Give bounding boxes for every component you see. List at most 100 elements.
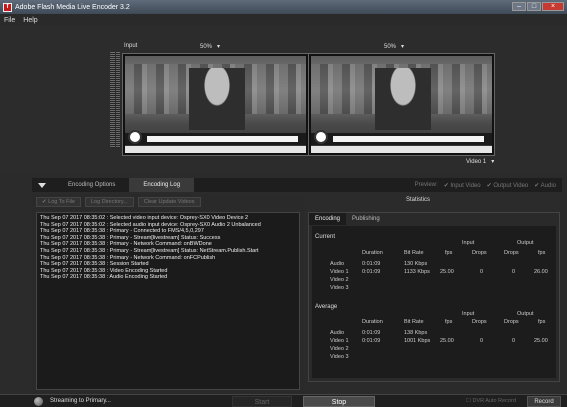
menu-file[interactable]: File bbox=[4, 17, 15, 24]
output-video-preview bbox=[308, 53, 495, 156]
statistics-title: Statistics bbox=[406, 197, 431, 203]
stats-input-drops: 0 bbox=[480, 269, 484, 275]
vu-meter bbox=[110, 52, 120, 148]
output-video-frame bbox=[311, 56, 492, 153]
close-button[interactable]: × bbox=[542, 2, 564, 11]
input-drops-header: Drops bbox=[472, 250, 487, 256]
input-video-frame bbox=[125, 56, 306, 153]
output-video-select-value: Video 1 bbox=[466, 159, 487, 165]
input-header: Input bbox=[462, 311, 475, 317]
input-header: Input bbox=[462, 240, 475, 246]
stats-output-fps: 26.00 bbox=[534, 269, 548, 275]
output-zoom-value: 50% bbox=[384, 44, 397, 50]
minimize-button[interactable]: – bbox=[512, 2, 526, 11]
stats-output-drops: 0 bbox=[512, 338, 516, 344]
stats-input-drops: 0 bbox=[480, 338, 484, 344]
stats-bitrate: 130 Kbps bbox=[404, 261, 428, 267]
audio-checkbox-label: Audio bbox=[540, 182, 556, 189]
stop-button[interactable]: Stop bbox=[303, 396, 375, 407]
stats-duration: 0:01:09 bbox=[362, 338, 381, 344]
output-fps-header: fps bbox=[538, 319, 546, 325]
expand-triangle-icon[interactable] bbox=[38, 182, 46, 188]
log-line: Thu Sep 07 2017 08:35:38 : Session Start… bbox=[40, 261, 149, 268]
status-bar: Streaming to Primary... Start Stop ☐ DVR… bbox=[0, 394, 567, 407]
statistics-body: Current Input Output Duration Bit Rate f… bbox=[312, 226, 556, 378]
stats-input-fps: 25.00 bbox=[440, 338, 454, 344]
title-bar: f Adobe Flash Media Live Encoder 3.2 – □… bbox=[0, 0, 567, 14]
log-line: Thu Sep 07 2017 08:35:38 : Primary - Con… bbox=[40, 228, 204, 235]
log-line: Thu Sep 07 2017 08:35:38 : Video Encodin… bbox=[40, 267, 168, 274]
maximize-button[interactable]: □ bbox=[527, 2, 541, 11]
stats-output-drops: 0 bbox=[512, 269, 516, 275]
stats-row-name: Video 3 bbox=[330, 354, 349, 360]
clear-update-videos-button[interactable]: Clear Update Videos bbox=[137, 197, 201, 207]
stats-row-name: Video 1 bbox=[330, 338, 349, 344]
menu-help[interactable]: Help bbox=[23, 17, 37, 24]
log-line: Thu Sep 07 2017 08:35:38 : Primary - Str… bbox=[40, 247, 259, 254]
video-subject bbox=[189, 68, 245, 130]
window-title: Adobe Flash Media Live Encoder 3.2 bbox=[15, 3, 130, 11]
input-zoom-value: 50% bbox=[200, 44, 213, 50]
statistics-tabs: Encoding Publishing bbox=[309, 213, 559, 225]
tab-publishing[interactable]: Publishing bbox=[346, 213, 386, 225]
status-stream-icon bbox=[34, 397, 43, 406]
ticker-bar bbox=[311, 146, 492, 153]
log-line: Thu Sep 07 2017 08:35:38 : Primary - Net… bbox=[40, 241, 212, 248]
tab-encoding[interactable]: Encoding bbox=[309, 213, 347, 225]
stats-row-name: Video 3 bbox=[330, 285, 349, 291]
output-video-checkbox[interactable]: ✔ Output Video bbox=[487, 182, 529, 189]
record-button[interactable]: Record bbox=[527, 396, 561, 407]
output-video-checkbox-label: Output Video bbox=[493, 182, 529, 189]
log-directory-button[interactable]: Log Directory... bbox=[84, 197, 134, 207]
input-fps-header: fps bbox=[445, 250, 453, 256]
dvr-auto-record-checkbox[interactable]: ☐ DVR Auto Record bbox=[466, 398, 516, 404]
log-to-file-label: Log To File bbox=[48, 199, 75, 205]
tab-encoding-log[interactable]: Encoding Log bbox=[129, 178, 195, 192]
input-video-checkbox[interactable]: ✔ Input Video bbox=[444, 182, 481, 189]
output-video-select[interactable]: Video 1 ▾ bbox=[466, 158, 494, 165]
average-section-label: Average bbox=[315, 304, 338, 310]
options-tab-bar: Encoding Options Encoding Log Preview: ✔… bbox=[32, 178, 562, 192]
video-caption-graphic bbox=[311, 130, 492, 153]
menu-bar: File Help bbox=[0, 14, 567, 26]
statistics-panel: Encoding Publishing Current Input Output… bbox=[308, 212, 560, 382]
log-toolbar: ✔ Log To File Log Directory... Clear Upd… bbox=[32, 194, 304, 210]
app-icon: f bbox=[3, 2, 12, 12]
video-caption-graphic bbox=[125, 130, 306, 153]
video-subject bbox=[375, 68, 431, 130]
input-video-preview bbox=[122, 53, 309, 156]
stats-duration: 0:01:09 bbox=[362, 330, 381, 336]
bitrate-header: Bit Rate bbox=[404, 250, 424, 256]
caption-bar bbox=[147, 136, 298, 142]
output-header: Output bbox=[517, 240, 534, 246]
start-button[interactable]: Start bbox=[232, 396, 292, 407]
stats-duration: 0:01:09 bbox=[362, 261, 381, 267]
stats-row-name: Audio bbox=[330, 261, 345, 267]
input-label: Input bbox=[124, 43, 138, 49]
status-text: Streaming to Primary... bbox=[50, 398, 111, 404]
bitrate-header: Bit Rate bbox=[404, 319, 424, 325]
tab-encoding-options[interactable]: Encoding Options bbox=[54, 178, 129, 192]
log-to-file-checkbox[interactable]: ✔ Log To File bbox=[36, 197, 81, 207]
log-text-area[interactable]: Thu Sep 07 2017 08:35:02 : Selected vide… bbox=[36, 212, 300, 390]
window-controls: – □ × bbox=[512, 2, 564, 11]
input-zoom-select[interactable]: 50% ▾ bbox=[200, 43, 220, 50]
stats-bitrate: 138 Kbps bbox=[404, 330, 428, 336]
stats-row-name: Video 2 bbox=[330, 277, 349, 283]
stats-output-fps: 25.00 bbox=[534, 338, 548, 344]
stats-input-fps: 25.00 bbox=[440, 269, 454, 275]
output-drops-header: Drops bbox=[504, 250, 519, 256]
output-zoom-select[interactable]: 50% ▾ bbox=[384, 43, 404, 50]
duration-header: Duration bbox=[362, 319, 383, 325]
duration-header: Duration bbox=[362, 250, 383, 256]
preview-area: Input 50% ▾ 50% ▾ Video 1 ▾ bbox=[0, 26, 567, 172]
stats-row-name: Video 1 bbox=[330, 269, 349, 275]
stats-bitrate: 1001 Kbps bbox=[404, 338, 431, 344]
log-line: Thu Sep 07 2017 08:35:02 : Selected audi… bbox=[40, 221, 261, 228]
encoding-log-panel: ✔ Log To File Log Directory... Clear Upd… bbox=[32, 194, 304, 394]
input-video-checkbox-label: Input Video bbox=[450, 182, 481, 189]
audio-checkbox[interactable]: ✔ Audio bbox=[534, 182, 556, 189]
current-section-label: Current bbox=[315, 234, 336, 240]
stats-bitrate: 1133 Kbps bbox=[404, 269, 430, 275]
channel-logo-icon bbox=[128, 130, 142, 144]
